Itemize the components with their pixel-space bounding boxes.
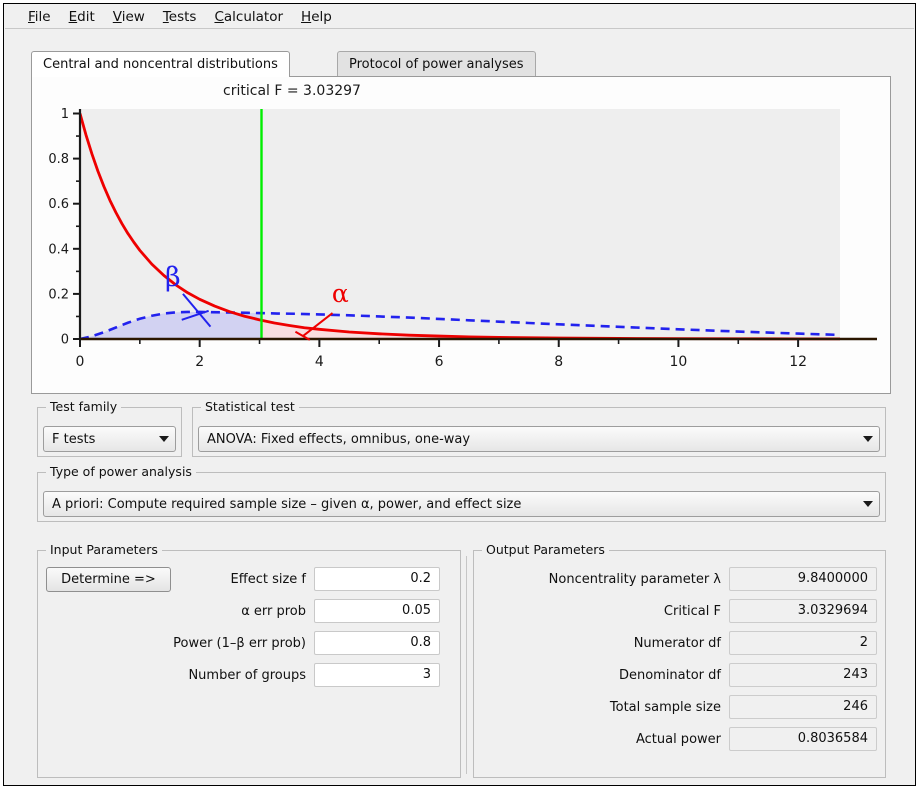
denominator-df-value: 243: [729, 663, 877, 687]
determine-button-label: Determine =>: [61, 572, 156, 587]
menu-edit[interactable]: Edit: [60, 7, 104, 27]
output-label: Total sample size: [609, 699, 721, 715]
x-axis-tick-label: 6: [435, 354, 444, 370]
power-input[interactable]: 0.8: [314, 631, 440, 655]
menu-help[interactable]: Help: [292, 7, 341, 27]
critical-f-value: 3.0329694: [729, 599, 877, 623]
tab-label: Protocol of power analyses: [349, 57, 524, 72]
output-row-total-sample-size: Total sample size 246: [481, 695, 878, 719]
menu-view-mnemonic: V: [112, 8, 122, 25]
distribution-plot-panel[interactable]: 0 0.2 0.4 0.6 0.8 1 0 2 4 6 8 10 12 critical F = 3.03…: [31, 76, 891, 394]
menu-calculator[interactable]: Calculator: [205, 7, 292, 27]
menu-bar: File Edit View Tests Calculator Help: [5, 5, 914, 29]
determine-button[interactable]: Determine =>: [46, 567, 171, 592]
output-row-critical-f: Critical F 3.0329694: [481, 599, 878, 623]
menu-tests-label: ests: [168, 8, 197, 25]
tab-protocol-of-power-analyses[interactable]: Protocol of power analyses: [337, 51, 536, 77]
y-axis-tick-label: 0.4: [48, 242, 69, 257]
total-sample-size-value: 246: [729, 695, 877, 719]
test-family-legend: Test family: [46, 399, 122, 414]
output-label: Noncentrality parameter λ: [548, 571, 721, 587]
test-family-dropdown[interactable]: F tests: [43, 426, 176, 452]
number-of-groups-input[interactable]: 3: [314, 663, 440, 687]
chevron-down-icon: [857, 501, 879, 507]
x-axis-tick-label: 10: [670, 354, 688, 370]
tab-strip: Central and noncentral distributions Pro…: [31, 51, 891, 77]
input-row-effect-size: Effect size f 0.2: [184, 567, 446, 591]
distribution-plot: 00.20.40.60.810 2 4 6 8 10 12critical F = 3.03…: [48, 83, 877, 370]
input-label: Effect size f: [230, 571, 306, 587]
input-row-power: Power (1–β err prob) 0.8: [134, 631, 446, 655]
x-axis-tick-label: 12: [789, 354, 807, 370]
menu-calculator-mnemonic: C: [214, 8, 224, 25]
noncentrality-parameter-value: 9.8400000: [729, 567, 877, 591]
menu-view-label: iew: [121, 8, 145, 25]
chevron-down-icon: [153, 436, 175, 442]
output-parameters-legend: Output Parameters: [482, 542, 609, 557]
y-axis-tick-label: 0.6: [48, 197, 69, 212]
menu-help-mnemonic: H: [301, 8, 312, 25]
menu-file-label: ile: [34, 8, 51, 25]
power-analysis-value: A priori: Compute required sample size –…: [52, 496, 522, 512]
chevron-down-icon: [857, 436, 879, 442]
tab-central-and-noncentral-distributions[interactable]: Central and noncentral distributions: [31, 51, 290, 77]
output-label: Critical F: [663, 603, 721, 619]
input-label: Number of groups: [188, 667, 306, 683]
alpha-annotation: α: [332, 279, 349, 308]
menu-calculator-label: alculator: [223, 8, 284, 25]
menu-file-mnemonic: F: [28, 8, 35, 25]
output-row-noncentrality: Noncentrality parameter λ 9.8400000: [481, 567, 878, 591]
input-label: Power (1–β err prob): [173, 635, 306, 651]
x-axis-tick-label: 0: [76, 354, 85, 370]
output-label: Actual power: [635, 731, 721, 747]
x-axis-tick-label: 8: [554, 354, 563, 370]
statistical-test-dropdown[interactable]: ANOVA: Fixed effects, omnibus, one-way: [198, 426, 880, 452]
input-row-alpha-err-prob: α err prob 0.05: [184, 599, 446, 623]
menu-view[interactable]: View: [104, 7, 154, 27]
numerator-df-value: 2: [729, 631, 877, 655]
input-parameters-legend: Input Parameters: [46, 542, 162, 557]
beta-annotation: β: [165, 262, 181, 293]
output-row-numerator-df: Numerator df 2: [481, 631, 878, 655]
input-label: α err prob: [241, 603, 306, 619]
menu-edit-mnemonic: E: [68, 8, 78, 25]
input-row-number-of-groups: Number of groups 3: [134, 663, 446, 687]
x-axis-tick-label: 2: [195, 354, 204, 370]
test-family-value: F tests: [52, 431, 96, 447]
y-axis-tick-label: 0: [61, 333, 69, 348]
y-axis-tick-label: 1: [61, 107, 69, 122]
output-row-denominator-df: Denominator df 243: [481, 663, 878, 687]
alpha-err-prob-input[interactable]: 0.05: [314, 599, 440, 623]
y-axis-tick-label: 0.2: [48, 287, 69, 302]
statistical-test-value: ANOVA: Fixed effects, omnibus, one-way: [207, 431, 471, 447]
critical-f-title: critical F = 3.03297: [223, 83, 361, 99]
output-row-actual-power: Actual power 0.8036584: [481, 727, 878, 751]
menu-edit-label: dit: [77, 8, 95, 25]
power-analysis-dropdown[interactable]: A priori: Compute required sample size –…: [43, 491, 880, 517]
output-label: Denominator df: [618, 667, 721, 683]
tab-label: Central and noncentral distributions: [43, 57, 278, 72]
menu-file[interactable]: File: [19, 7, 60, 27]
statistical-test-legend: Statistical test: [201, 399, 299, 414]
panel-divider: [466, 556, 467, 774]
plot-background: [80, 109, 840, 339]
x-axis-tick-label: 4: [315, 354, 324, 370]
menu-tests[interactable]: Tests: [154, 7, 206, 27]
y-axis-tick-label: 0.8: [48, 152, 69, 167]
effect-size-input[interactable]: 0.2: [314, 567, 440, 591]
power-analysis-legend: Type of power analysis: [46, 464, 196, 479]
output-label: Numerator df: [633, 635, 721, 651]
gpower-window: File Edit View Tests Calculator Help Cen…: [3, 3, 916, 786]
menu-help-label: elp: [311, 8, 332, 25]
actual-power-value: 0.8036584: [729, 727, 877, 751]
